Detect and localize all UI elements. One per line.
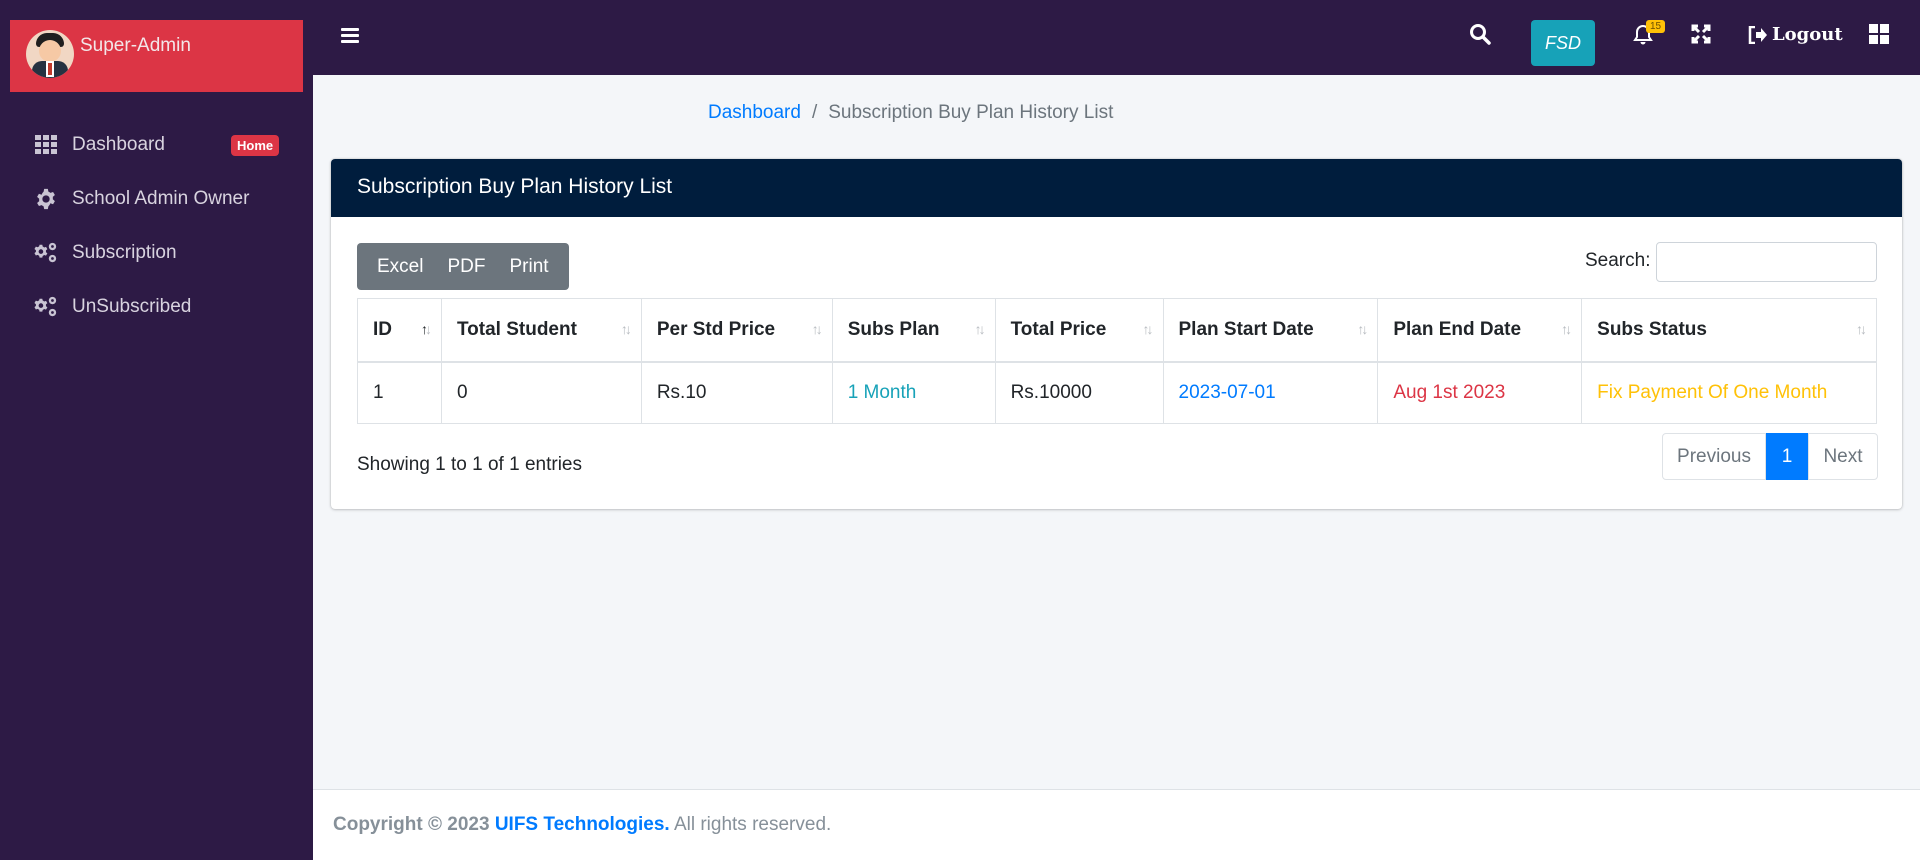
- search-input[interactable]: [1656, 242, 1877, 282]
- sort-icon: ↑↓: [620, 321, 632, 337]
- user-name: Super-Admin: [80, 35, 191, 56]
- gears-icon: [34, 295, 58, 319]
- cell-subs-status: Fix Payment Of One Month: [1581, 361, 1877, 424]
- column-header-subs-plan[interactable]: Subs Plan ↑↓: [831, 298, 996, 363]
- copyright-text: Copyright © 2023: [333, 814, 490, 835]
- user-panel[interactable]: Super-Admin: [10, 20, 303, 92]
- footer: Copyright © 2023 UIFS Technologies. All …: [313, 789, 1920, 860]
- breadcrumb-home-link[interactable]: Dashboard: [708, 102, 801, 123]
- sidebar: Super-Admin Dashboard Home School Admin …: [0, 0, 313, 860]
- column-header-per-std-price[interactable]: Per Std Price ↑↓: [640, 298, 833, 363]
- gear-icon: [34, 187, 58, 211]
- sidebar-item-subscription[interactable]: Subscription: [0, 226, 313, 280]
- topbar: FSD 15 Logout: [313, 0, 1920, 75]
- sidebar-item-label: Subscription: [72, 242, 177, 263]
- excel-button[interactable]: Excel: [369, 256, 431, 278]
- sort-icon: ↑↓: [1142, 321, 1154, 337]
- logout-button[interactable]: Logout: [1748, 24, 1843, 45]
- pdf-button[interactable]: PDF: [439, 256, 493, 278]
- sort-icon: ↑↓: [1856, 321, 1867, 337]
- menu-toggle-icon[interactable]: [341, 28, 359, 44]
- grid-icon: [34, 133, 58, 157]
- export-button-group: Excel PDF Print: [357, 243, 569, 290]
- breadcrumb-separator: /: [811, 102, 818, 123]
- sidebar-item-label: UnSubscribed: [72, 296, 192, 317]
- sign-out-icon: [1748, 25, 1767, 44]
- card-title: Subscription Buy Plan History List: [331, 159, 1902, 217]
- cell-total-student: 0: [440, 361, 642, 424]
- cell-plan-end-date: Aug 1st 2023: [1377, 361, 1583, 424]
- next-page-button[interactable]: Next: [1808, 433, 1878, 480]
- search-icon[interactable]: [1469, 23, 1491, 50]
- breadcrumb-current: Subscription Buy Plan History List: [828, 102, 1114, 123]
- column-header-subs-status[interactable]: Subs Status ↑↓: [1581, 298, 1877, 363]
- sidebar-item-label: School Admin Owner: [72, 188, 250, 209]
- page-1-button[interactable]: 1: [1766, 433, 1808, 480]
- apps-grid-icon[interactable]: [1869, 24, 1889, 49]
- home-badge: Home: [231, 135, 280, 156]
- sort-icon: ↑↓: [811, 321, 823, 337]
- search-label: Search:: [1585, 250, 1651, 271]
- fsd-button[interactable]: FSD: [1531, 20, 1595, 66]
- gears-icon: [34, 241, 58, 265]
- column-header-id[interactable]: ID ↑↓: [357, 298, 442, 363]
- print-button[interactable]: Print: [501, 256, 556, 278]
- cell-total-price: Rs.10000: [994, 361, 1164, 424]
- company-link[interactable]: UIFS Technologies.: [495, 814, 670, 835]
- avatar: [26, 30, 74, 78]
- fullscreen-icon[interactable]: [1691, 24, 1711, 49]
- sort-icon: ↑↓: [1357, 321, 1368, 337]
- sidebar-item-dashboard[interactable]: Dashboard Home: [0, 118, 313, 172]
- table-header-row: ID ↑↓ Total Student ↑↓ Per Std Price ↑↓ Sub…: [357, 298, 1877, 363]
- pagination: Previous 1 Next: [1662, 433, 1878, 480]
- notification-badge: 15: [1646, 20, 1666, 33]
- column-header-total-student[interactable]: Total Student ↑↓: [440, 298, 642, 363]
- sidebar-nav: Dashboard Home School Admin Owner Subscr…: [0, 118, 313, 334]
- cell-plan-start-date: 2023-07-01: [1162, 361, 1379, 424]
- column-header-plan-start-date[interactable]: Plan Start Date ↑↓: [1162, 298, 1379, 363]
- breadcrumb: Dashboard / Subscription Buy Plan History …: [708, 102, 1113, 124]
- history-card: Subscription Buy Plan History List Excel…: [331, 159, 1902, 509]
- footer-text: Copyright © 2023 UIFS Technologies. All …: [333, 814, 831, 836]
- column-header-plan-end-date[interactable]: Plan End Date ↑↓: [1377, 298, 1583, 363]
- column-header-total-price[interactable]: Total Price ↑↓: [994, 298, 1164, 363]
- logout-label: Logout: [1772, 24, 1843, 45]
- sidebar-item-unsubscribed[interactable]: UnSubscribed: [0, 280, 313, 334]
- cell-subs-plan: 1 Month: [831, 361, 996, 424]
- cell-id: 1: [357, 361, 442, 424]
- previous-page-button[interactable]: Previous: [1662, 433, 1766, 480]
- table-row: 1 0 Rs.10 1 Month Rs.10000 2023-07-01 Au…: [357, 361, 1877, 424]
- sidebar-item-label: Dashboard: [72, 134, 165, 155]
- sidebar-item-school-admin-owner[interactable]: School Admin Owner: [0, 172, 313, 226]
- cell-per-std-price: Rs.10: [640, 361, 833, 424]
- history-table: ID ↑↓ Total Student ↑↓ Per Std Price ↑↓ Sub…: [357, 298, 1877, 424]
- sort-icon: ↑↓: [1561, 321, 1572, 337]
- sort-asc-icon: ↑↓: [420, 321, 432, 337]
- entries-info: Showing 1 to 1 of 1 entries: [357, 454, 582, 475]
- sort-icon: ↑↓: [974, 321, 986, 337]
- rights-text: All rights reserved.: [673, 814, 832, 835]
